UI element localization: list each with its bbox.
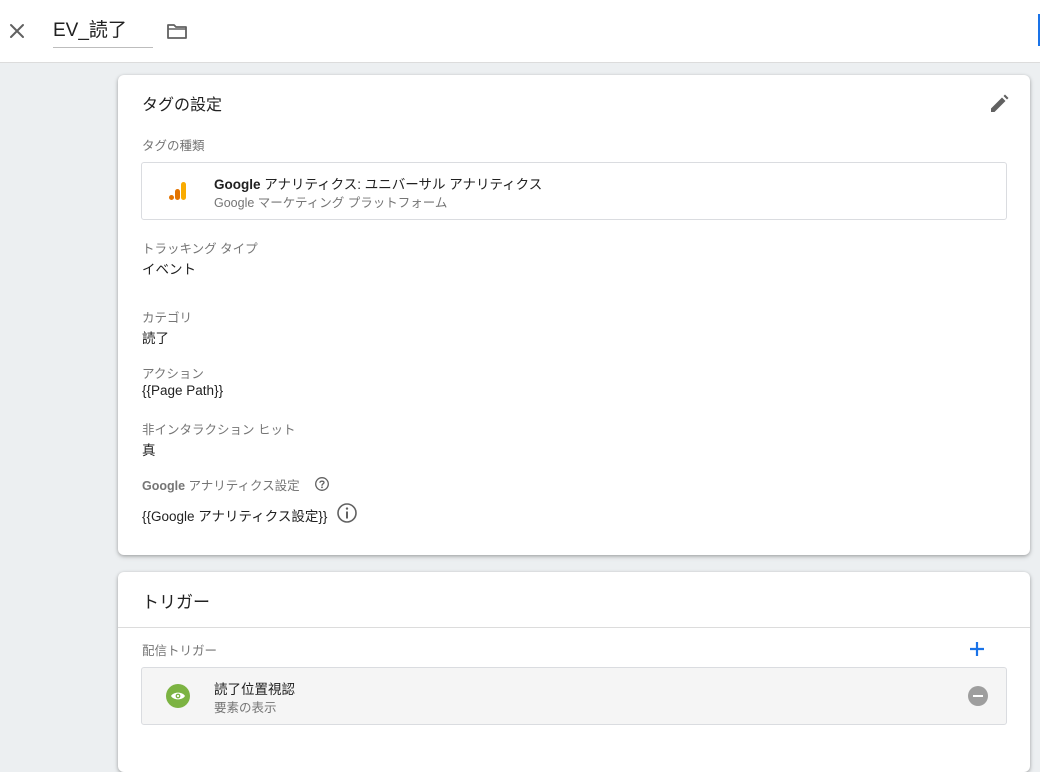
tag-name-text: EV_読了	[53, 20, 127, 41]
top-bar: EV_読了	[0, 0, 1040, 63]
tag-type-name: Google アナリティクス: ユニバーサル アナリティクス	[214, 177, 543, 192]
eye-icon	[166, 684, 190, 708]
tag-name-field[interactable]: EV_読了	[53, 17, 153, 48]
action-label: アクション	[142, 367, 204, 381]
google-analytics-icon	[168, 181, 188, 201]
action-value: {{Page Path}}	[142, 383, 224, 398]
tag-type-vendor: Google マーケティング プラットフォーム	[214, 196, 448, 210]
close-icon[interactable]	[6, 20, 28, 42]
trigger-item[interactable]: 読了位置視認 要素の表示	[141, 667, 1007, 725]
non-interaction-label: 非インタラクション ヒット	[142, 423, 296, 437]
help-icon[interactable]	[314, 476, 330, 492]
remove-trigger-icon[interactable]	[968, 686, 988, 706]
tracking-type-value: イベント	[142, 262, 196, 277]
tag-config-title: タグの設定	[142, 97, 223, 114]
firing-triggers-label: 配信トリガー	[142, 644, 218, 658]
folder-icon[interactable]	[166, 21, 188, 41]
category-value: 読了	[142, 331, 169, 346]
divider	[118, 627, 1030, 628]
trigger-name: 読了位置視認	[214, 682, 295, 697]
tag-type-label: タグの種類	[142, 139, 205, 153]
ga-settings-value: {{Google アナリティクス設定}}	[142, 509, 328, 524]
trigger-card[interactable]: トリガー 配信トリガー 読了位置視認 要素の表示	[118, 572, 1030, 772]
category-label: カテゴリ	[142, 311, 193, 325]
non-interaction-value: 真	[142, 443, 156, 458]
pencil-icon[interactable]	[988, 93, 1010, 115]
tag-type-box[interactable]: Google アナリティクス: ユニバーサル アナリティクス Google マー…	[141, 162, 1007, 220]
tag-configuration-card[interactable]: タグの設定 タグの種類 Google アナリティクス: ユニバーサル アナリティ…	[118, 75, 1030, 555]
trigger-title: トリガー	[142, 593, 210, 612]
info-icon[interactable]	[336, 502, 358, 524]
ga-settings-label: Google アナリティクス設定	[142, 479, 300, 493]
plus-icon[interactable]	[966, 638, 988, 660]
tracking-type-label: トラッキング タイプ	[142, 242, 258, 256]
trigger-type: 要素の表示	[214, 701, 277, 715]
